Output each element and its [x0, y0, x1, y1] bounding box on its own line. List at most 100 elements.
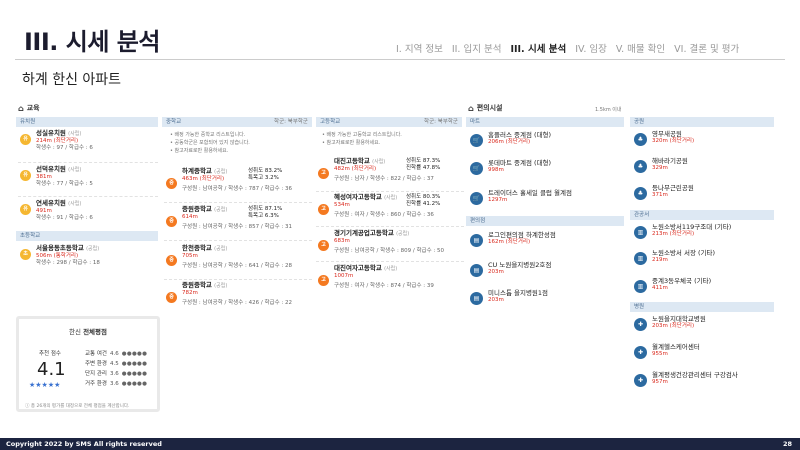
- rating-row: 거주 환경 3.6 ●●●●●: [85, 379, 147, 389]
- rating-title-bold: 전체평점: [83, 328, 107, 336]
- tree-icon: ♣: [634, 160, 647, 173]
- school-distance: 506m (통학거리): [36, 253, 79, 259]
- kindergarten-item[interactable]: 유 성실유치원 (사립) 214m (최단거리) 학생수 : 97 / 학급수 …: [20, 130, 160, 158]
- nav-item-2[interactable]: II. 입지 분석: [452, 41, 502, 55]
- achievement-rate: 성취도 83.2%: [248, 168, 283, 174]
- facility-name: 홈플러스 중계점 (대형): [488, 131, 552, 139]
- store-icon: ⌂: [468, 103, 474, 113]
- high-school-district: 학군: 북부학군: [424, 119, 458, 125]
- mart-bar: 마트: [466, 117, 624, 127]
- college-rate: 진학률 41.2%: [406, 200, 441, 207]
- rating-row-score: 3.6: [110, 371, 119, 377]
- middle-school-item[interactable]: 중 한천중학교 (공립) 705m 구성원 : 남여공학 / 학생수 : 641…: [166, 245, 312, 275]
- note-line: • 배정 가능한 고등학교 리스트입니다.: [322, 132, 402, 138]
- nav-item-6[interactable]: VI. 결론 및 평가: [674, 41, 739, 55]
- facility-distance: 203m: [488, 297, 504, 303]
- high-school-item[interactable]: 고 대진고등학교 (사립) 482m (최단거리) 구성원 : 남자 / 학생수…: [318, 158, 464, 188]
- facilities-header: ⌂ 편의시설: [468, 103, 503, 113]
- nav-item-4[interactable]: IV. 임장: [575, 41, 607, 55]
- nav-item-5[interactable]: V. 매물 확인: [616, 41, 665, 55]
- school-meta: 구성원 : 남여공학 / 학생수 : 787 / 학급수 : 36: [182, 186, 293, 192]
- school-name: 하계중학교: [182, 167, 212, 175]
- hospital-icon: ✚: [634, 318, 647, 331]
- facility-name: 노원소방서 서장 (기타): [652, 249, 716, 257]
- facility-name: 노원을지대학교병원: [652, 315, 706, 323]
- facility-distance: 203m (최단거리): [652, 323, 695, 329]
- middle-school-item[interactable]: 중 중원중학교 (공립) 782m 구성원 : 남여공학 / 학생수 : 426…: [166, 282, 312, 312]
- school-type: (사립): [384, 266, 398, 272]
- elementary-label: 초등학교: [20, 233, 41, 239]
- elementary-bar: 초등학교: [16, 231, 158, 241]
- school-distance: 491m: [36, 208, 52, 214]
- high-school-item[interactable]: 고 혜성여자고등학교 (사립) 534m 구성원 : 여자 / 학생수 : 86…: [318, 194, 464, 224]
- school-name: 연세유치원: [36, 199, 66, 207]
- nav-item-3[interactable]: III. 시세 분석: [510, 41, 566, 55]
- kindergarten-item[interactable]: 유 연세유치원 (사립) 491m 학생수 : 91 / 학급수 : 6: [20, 200, 160, 228]
- school-meta: 구성원 : 여자 / 학생수 : 860 / 학급수 : 36: [334, 212, 434, 218]
- school-name: 경기기계공업고등학교: [334, 229, 394, 237]
- school-meta: 학생수 : 298 / 학급수 : 18: [36, 260, 100, 266]
- facility-name: CU 노원을지병원2호점: [488, 261, 552, 269]
- kindergarten-icon: 유: [20, 204, 31, 215]
- facility-name: 롯데마트 중계점 (대형): [488, 159, 552, 167]
- rating-summary-card: 한신 전체평점 추천 점수 4.1 ★★★★★ 교통 여건 4.6 ●●●●● 주변…: [16, 316, 160, 412]
- rating-title: 한신 전체평점: [19, 326, 157, 336]
- high-school-item[interactable]: 고 대진여자고등학교 (사립) 1007m 구성원 : 여자 / 학생수 : 8…: [318, 265, 464, 295]
- facility-distance: 206m (최단거리): [488, 139, 531, 145]
- school-name: 선덕유치원: [36, 165, 66, 173]
- school-type: (공립): [396, 231, 410, 237]
- high-school-icon: 고: [318, 204, 329, 215]
- divider: [316, 191, 464, 192]
- kindergarten-bar: 유치원: [16, 117, 158, 127]
- facility-distance: 203m: [488, 269, 504, 275]
- kindergarten-item[interactable]: 유 선덕유치원 (사립) 381m 학생수 : 77 / 학급수 : 5: [20, 166, 160, 194]
- facility-name: 월계평생건강관리센터 구강검사: [652, 371, 738, 379]
- kindergarten-icon: 유: [20, 170, 31, 181]
- divider: [164, 240, 312, 241]
- achievement-rate: 성취도 87.1%: [248, 206, 283, 212]
- school-type: (공립): [86, 246, 100, 252]
- park-label: 공원: [634, 119, 645, 125]
- nav-item-1[interactable]: I. 지역 정보: [396, 41, 443, 55]
- cart-icon: 🛒: [470, 134, 483, 147]
- star-rating-icon: ★★★★★: [29, 381, 61, 389]
- middle-school-item[interactable]: 중 중원중학교 (공립) 614m 구성원 : 남여공학 / 학생수 : 857…: [166, 206, 312, 236]
- rating-dots-icon: ●●●●●: [121, 361, 148, 367]
- note-line: • 공동학군은 포함되어 있지 않습니다.: [170, 140, 250, 146]
- middle-school-district: 학군: 북부학군: [274, 119, 308, 125]
- page-subtitle: 하계 한신 아파트: [22, 72, 122, 88]
- facility-distance: 998m: [488, 167, 504, 173]
- achievement-rate: 성취도 80.3%: [406, 194, 441, 200]
- facility-name: 미니스톱 을지병원1점: [488, 289, 549, 297]
- school-meta: 구성원 : 남여공학 / 학생수 : 641 / 학급수 : 28: [182, 263, 293, 269]
- store-icon: ▤: [470, 234, 483, 247]
- copyright: Copyright 2022 by SMS All rights reserve…: [6, 440, 162, 448]
- divider: [316, 261, 464, 262]
- middle-school-icon: 중: [166, 255, 177, 266]
- middle-school-item[interactable]: 중 하계중학교 (공립) 463m (최단거리) 구성원 : 남여공학 / 학생…: [166, 168, 312, 198]
- high-school-icon: 고: [318, 275, 329, 286]
- tree-icon: ♣: [634, 133, 647, 146]
- convenience-bar: 편의점: [466, 216, 624, 226]
- divider: [18, 162, 158, 163]
- kindergarten-icon: 유: [20, 134, 31, 145]
- high-school-icon: 고: [318, 240, 329, 251]
- middle-school-notes: • 배정 가능한 중학교 리스트입니다. • 공동학군은 포함되어 있지 않습니…: [170, 131, 250, 155]
- rating-title-prefix: 한신: [69, 328, 81, 336]
- school-type: (사립): [68, 167, 82, 173]
- rating-row: 교통 여건 4.6 ●●●●●: [85, 349, 147, 359]
- facility-name: 월계헬스케어센터: [652, 343, 700, 351]
- school-name: 서울용동초등학교: [36, 244, 84, 252]
- rating-row-label: 거주 환경: [85, 381, 107, 387]
- high-school-item[interactable]: 고 경기기계공업고등학교 (공립) 683m 구성원 : 남여공학 / 학생수 …: [318, 230, 464, 260]
- facilities-title: 편의시설: [476, 104, 503, 112]
- rating-row-score: 4.6: [110, 351, 119, 357]
- school-name: 혜성여자고등학교: [334, 193, 382, 201]
- school-meta: 구성원 : 남자 / 학생수 : 822 / 학급수 : 37: [334, 176, 434, 182]
- elementary-item[interactable]: 초 서울용동초등학교 (공립) 506m (통학거리) 학생수 : 298 / …: [20, 245, 160, 273]
- rating-row: 주변 환경 4.5 ●●●●●: [85, 359, 147, 369]
- public-office-bar: 관공서: [630, 210, 774, 220]
- facility-distance: 1297m: [488, 197, 508, 203]
- school-distance: 705m: [182, 253, 198, 259]
- facility-name: 중계3동우체국 (기타): [652, 277, 712, 285]
